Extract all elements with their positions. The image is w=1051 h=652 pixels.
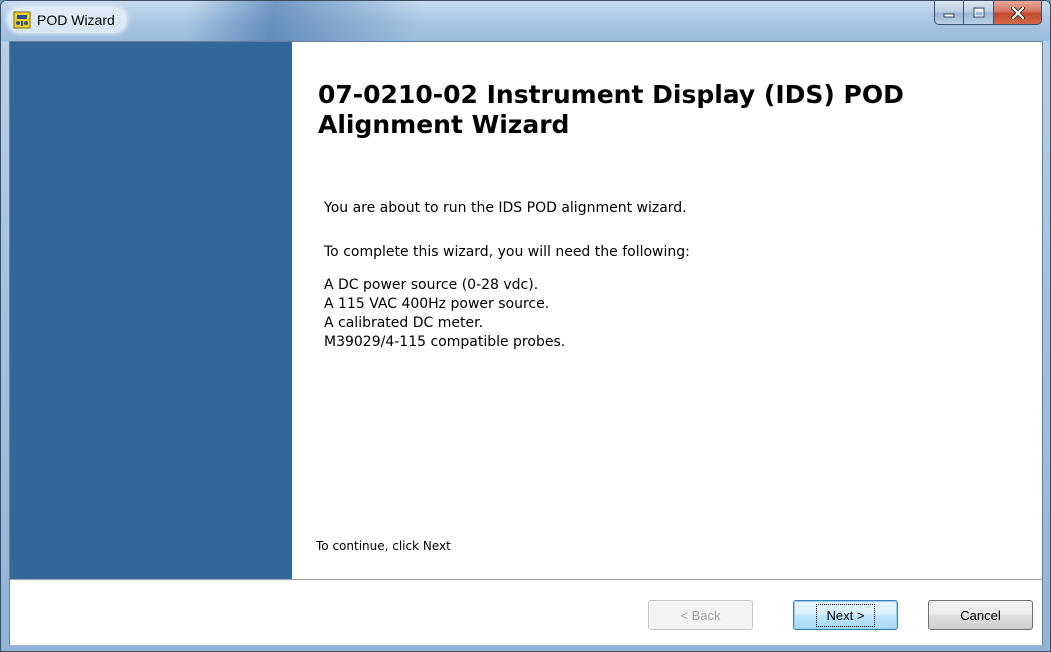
window-title: POD Wizard	[37, 12, 115, 28]
list-item: A calibrated DC meter.	[324, 315, 484, 331]
button-bar: < Back Next > Cancel	[10, 579, 1042, 645]
caption-buttons	[934, 1, 1042, 25]
minimize-button[interactable]	[934, 1, 964, 25]
list-item: A DC power source (0-28 vdc).	[324, 277, 539, 293]
back-button[interactable]: < Back	[648, 600, 753, 630]
pod-icon[interactable]	[13, 11, 31, 29]
intro-text: You are about to run the IDS POD alignme…	[324, 200, 687, 216]
next-button[interactable]: Next >	[793, 600, 898, 630]
page-title: 07-0210-02 Instrument Display (IDS) POD …	[318, 80, 904, 139]
wizard-client-area: 07-0210-02 Instrument Display (IDS) POD …	[9, 41, 1043, 645]
cancel-button[interactable]: Cancel	[928, 600, 1033, 630]
wizard-content: 07-0210-02 Instrument Display (IDS) POD …	[292, 42, 1042, 579]
close-icon	[1010, 6, 1025, 19]
close-button[interactable]	[994, 1, 1042, 25]
list-item: A 115 VAC 400Hz power source.	[324, 296, 550, 312]
continue-hint: To continue, click Next	[316, 539, 451, 553]
window-title-area: POD Wizard	[7, 7, 127, 33]
requirements-intro-text: To complete this wizard, you will need t…	[324, 244, 690, 260]
title-bar[interactable]: POD Wizard	[1, 1, 1050, 41]
minimize-icon	[943, 13, 955, 17]
next-button-label: Next >	[815, 603, 876, 627]
wizard-side-panel	[10, 42, 292, 579]
wizard-window: POD Wizard 07-0210-02 Instrument Display…	[0, 0, 1051, 652]
maximize-button[interactable]	[964, 1, 994, 25]
requirements-list: A DC power source (0-28 vdc). A 115 VAC …	[324, 276, 565, 352]
list-item: M39029/4-115 compatible probes.	[324, 334, 566, 350]
maximize-icon	[973, 7, 984, 18]
